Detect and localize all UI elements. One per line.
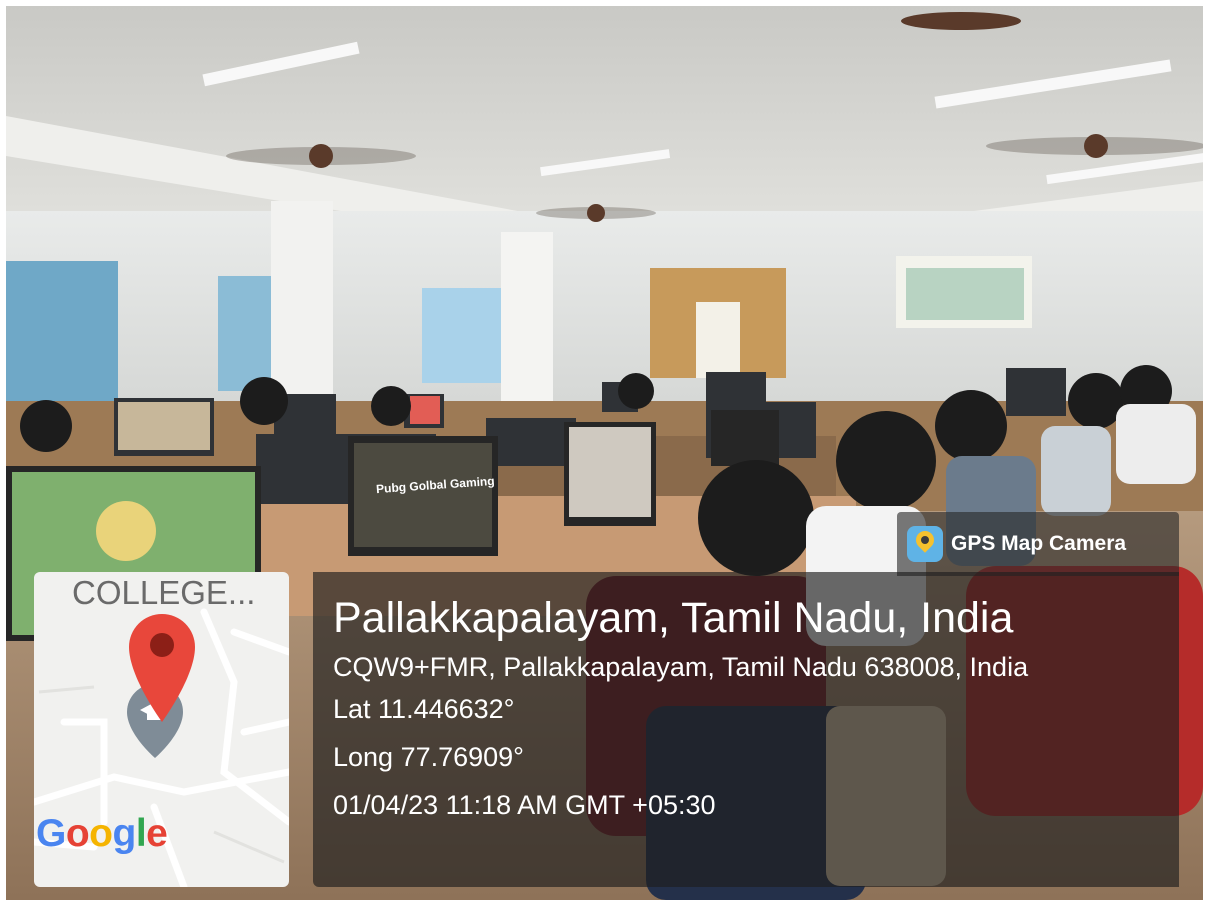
location-info-panel: Pallakkapalayam, Tamil Nadu, India CQW9+… [313, 572, 1179, 887]
datetime-line: 01/04/23 11:18 AM GMT +05:30 [333, 790, 716, 820]
app-name: GPS Map Camera [951, 532, 1127, 555]
longitude-line: Long 77.76909° [333, 742, 524, 772]
latitude-line: Lat 11.446632° [333, 694, 515, 724]
gps-map-camera-badge: GPS Map Camera [897, 512, 1179, 576]
map-place-label: COLLEGE... [72, 574, 256, 611]
address-line: CQW9+FMR, Pallakkapalayam, Tamil Nadu 63… [333, 652, 1029, 682]
location-title: Pallakkapalayam, Tamil Nadu, India [333, 594, 1014, 642]
google-logo: Google [36, 812, 168, 855]
map-thumbnail: COLLEGE... Google [34, 572, 289, 887]
gps-map-camera-icon [907, 526, 943, 562]
